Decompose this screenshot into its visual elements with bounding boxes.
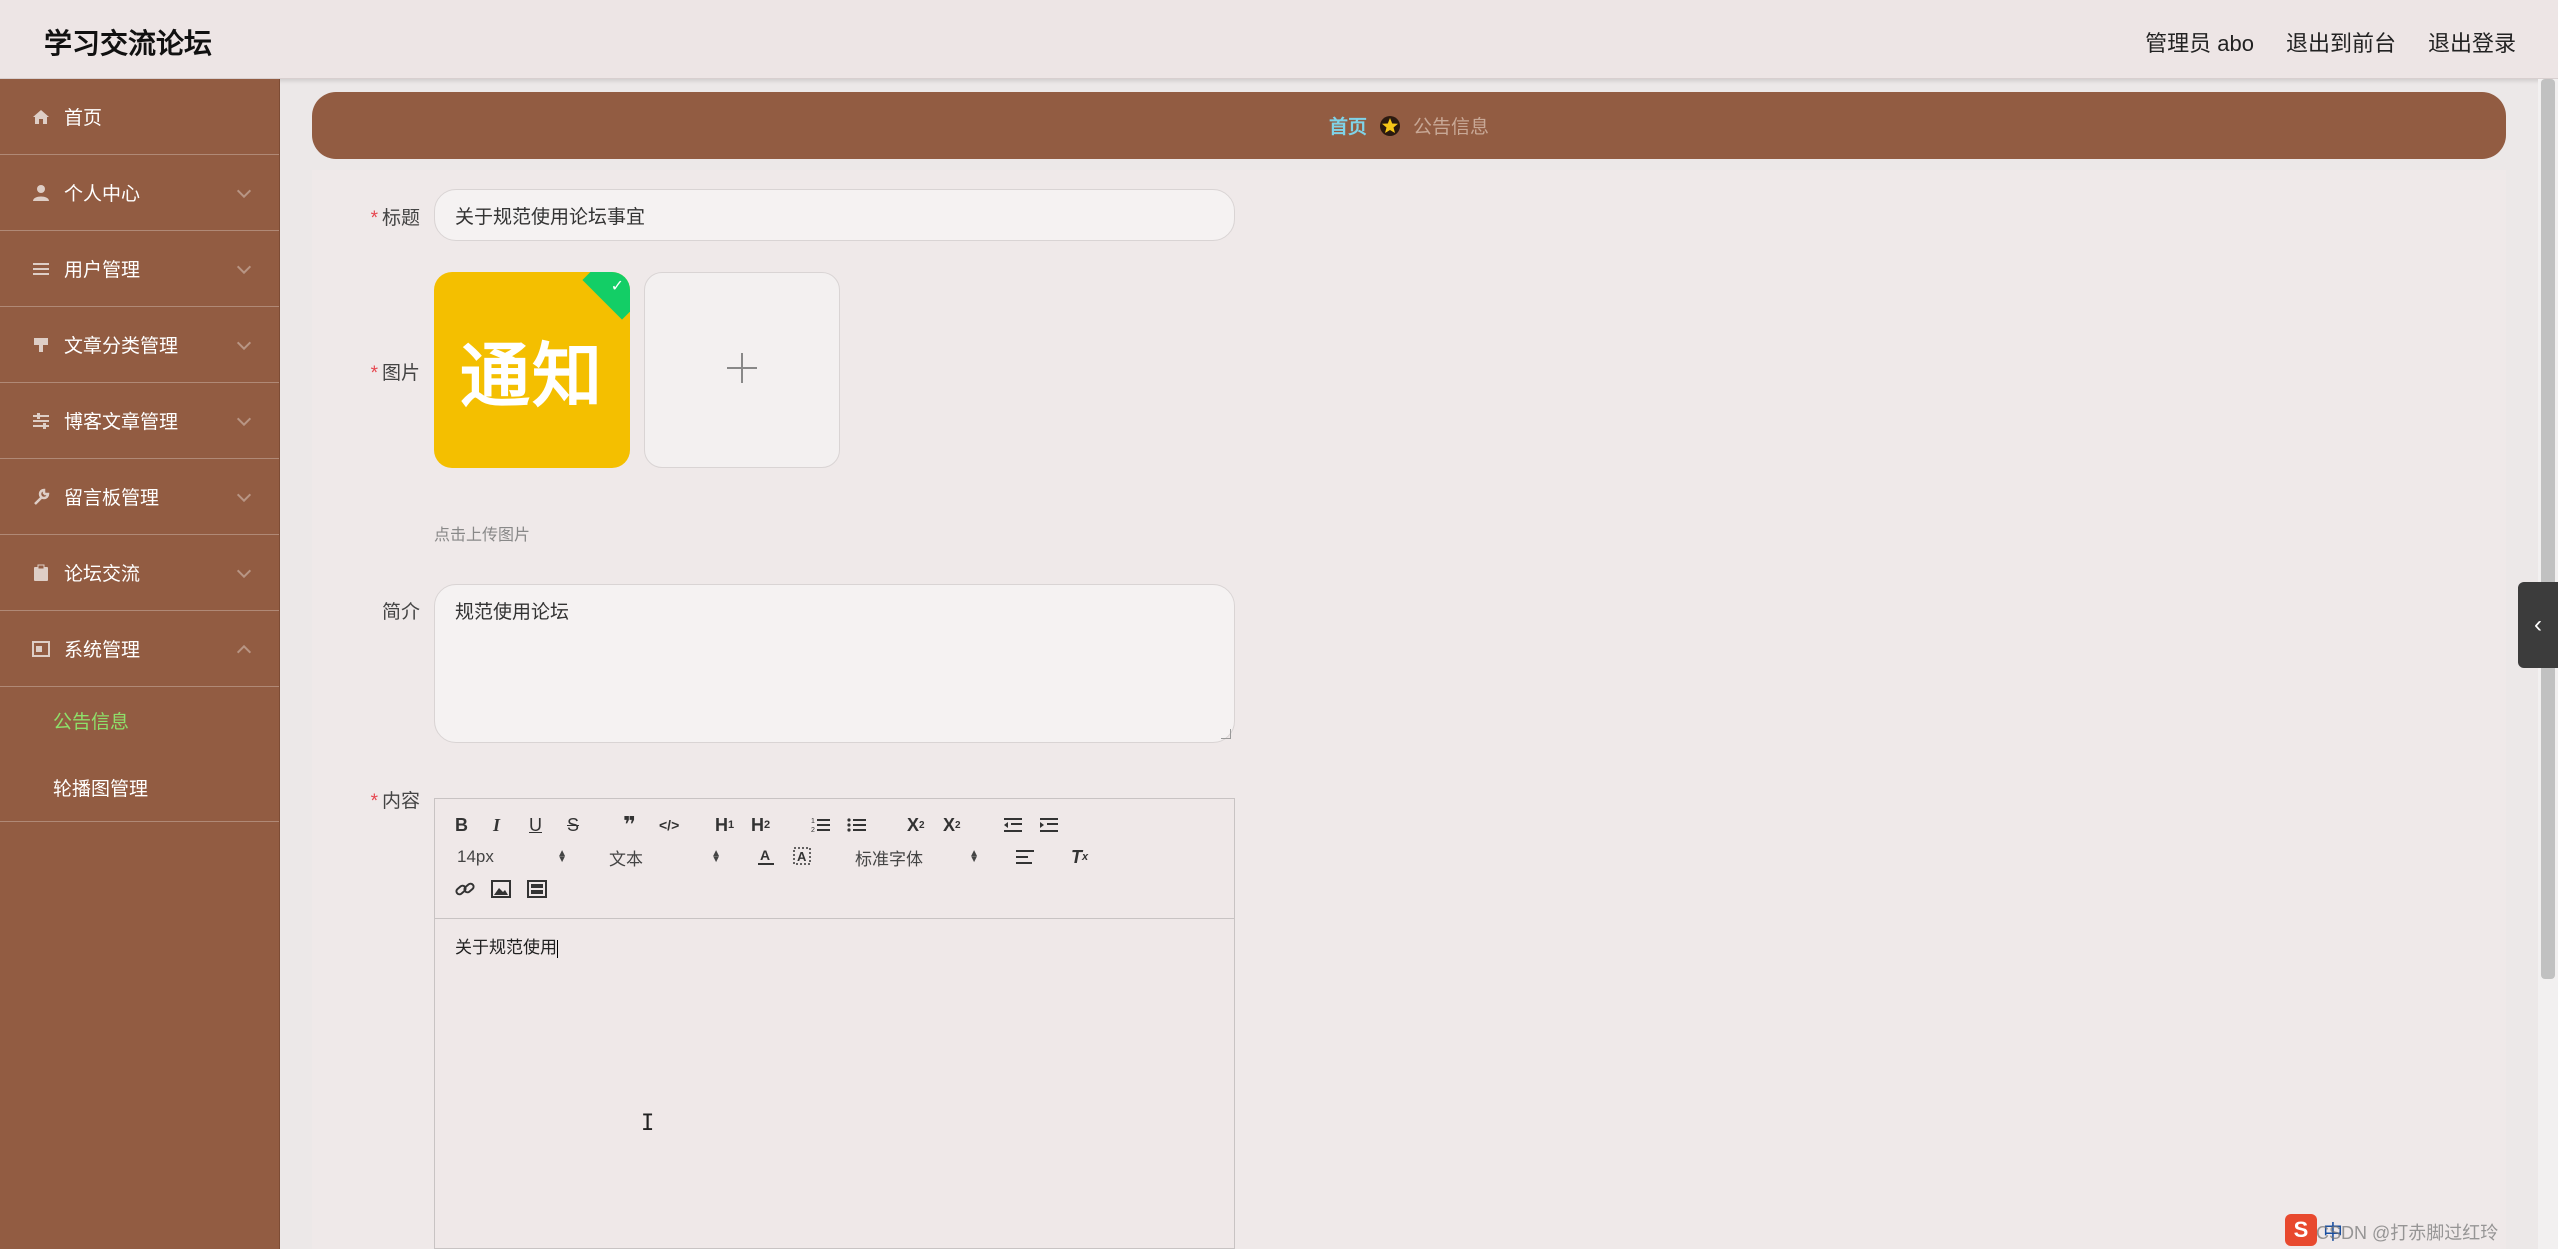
sidebar-item-label: 留言板管理	[64, 488, 160, 509]
home-icon	[32, 108, 50, 126]
list-icon	[32, 260, 50, 278]
wrench-icon	[32, 488, 50, 506]
chevron-down-icon	[236, 563, 252, 578]
breadcrumb-home-link[interactable]: 首页	[1329, 112, 1367, 139]
subscript-button[interactable]: X2	[907, 813, 925, 837]
clear-format-button[interactable]: Tx	[1071, 845, 1088, 869]
outdent-icon[interactable]	[1003, 813, 1023, 837]
editor-content-area[interactable]: 关于规范使用 I	[435, 919, 1234, 1249]
heading2-button[interactable]: H2	[751, 813, 770, 837]
svg-text:A: A	[797, 849, 807, 864]
video-icon[interactable]	[527, 877, 547, 901]
chevron-left-icon: ‹	[2534, 611, 2542, 638]
window-icon	[32, 640, 50, 658]
sidebar-item-label: 论坛交流	[64, 564, 141, 585]
resize-handle[interactable]	[1221, 729, 1231, 739]
background-color-icon[interactable]: A	[793, 845, 811, 869]
svg-text:A: A	[760, 847, 770, 863]
link-icon[interactable]	[455, 877, 475, 901]
admin-user-label[interactable]: 管理员 abo	[2145, 26, 2254, 58]
sidebar-item-system-management[interactable]: 系统管理	[0, 611, 279, 687]
sidebar-item-home[interactable]: 首页	[0, 79, 279, 155]
header-links: 管理员 abo 退出到前台 退出登录	[2145, 26, 2516, 58]
uploaded-image-thumbnail[interactable]: 通知 ✓	[434, 272, 630, 468]
sliders-icon	[32, 412, 50, 430]
underline-button[interactable]: U	[529, 813, 542, 837]
select-arrows-icon: ▲ ▼	[557, 848, 567, 865]
chevron-down-icon	[236, 183, 252, 198]
font-family-select[interactable]: 标准字体 ▲ ▼	[855, 845, 979, 869]
select-arrows-icon: ▲ ▼	[711, 848, 721, 865]
bullet-list-icon[interactable]	[847, 813, 867, 837]
chevron-up-icon	[236, 644, 252, 659]
check-icon: ✓	[610, 278, 624, 295]
intro-label: 简介	[381, 602, 420, 623]
chevron-down-icon	[236, 259, 252, 274]
sogou-ime-icon: S	[2285, 1214, 2317, 1246]
superscript-button[interactable]: X2	[943, 813, 961, 837]
system-submenu: 公告信息 轮播图管理	[0, 687, 279, 822]
exit-to-frontend-link[interactable]: 退出到前台	[2286, 26, 2396, 58]
sidebar-item-label: 个人中心	[64, 184, 141, 205]
sidebar: 首页 个人中心 用户管理 文章分类管理 博客文章管理 留言板管理 论坛交流 系统…	[0, 79, 280, 1249]
plus-icon	[725, 351, 759, 390]
select-arrows-icon: ▲ ▼	[969, 848, 979, 865]
breadcrumb: 首页 公告信息	[312, 92, 2506, 159]
sidebar-subitem-announcements[interactable]: 公告信息	[0, 687, 279, 754]
stamp-icon	[32, 336, 50, 354]
intro-textarea[interactable]: 规范使用论坛	[434, 584, 1235, 743]
blockquote-button[interactable]: ❞	[623, 812, 636, 837]
code-block-button[interactable]: </>	[659, 813, 679, 837]
sidebar-item-forum[interactable]: 论坛交流	[0, 535, 279, 611]
title-label: * 标题	[370, 208, 420, 229]
thumbnail-text: 通知	[460, 333, 604, 417]
star-icon	[1379, 115, 1401, 137]
rich-text-editor: B I U S ❞ </> H1 H2 12 X2 X2 14px ▲ ▼ 文本 …	[434, 798, 1235, 1249]
sidebar-item-label: 文章分类管理	[64, 336, 179, 357]
chevron-down-icon	[236, 411, 252, 426]
sidebar-item-label: 博客文章管理	[64, 412, 179, 433]
watermark: CSDN @打赤脚过红玲	[2316, 1223, 2499, 1243]
top-header: 学习交流论坛 管理员 abo 退出到前台 退出登录	[0, 0, 2558, 79]
block-format-select[interactable]: 文本 ▲ ▼	[609, 845, 721, 869]
chevron-down-icon	[236, 487, 252, 502]
sidebar-subitem-carousel[interactable]: 轮播图管理	[0, 754, 279, 821]
content-label: * 内容	[370, 791, 420, 812]
sidebar-item-label: 用户管理	[64, 260, 141, 281]
sidebar-item-personal-center[interactable]: 个人中心	[0, 155, 279, 231]
sidebar-item-label: 首页	[64, 108, 103, 129]
collapse-side-panel-button[interactable]: ‹	[2518, 582, 2558, 668]
bold-button[interactable]: B	[455, 813, 468, 837]
user-icon	[32, 184, 50, 202]
svg-text:2: 2	[811, 827, 815, 834]
text-cursor-icon: I	[641, 1111, 655, 1136]
italic-button[interactable]: I	[493, 813, 500, 837]
page-scrollbar-thumb[interactable]	[2541, 79, 2555, 979]
sidebar-item-blog-articles[interactable]: 博客文章管理	[0, 383, 279, 459]
indent-icon[interactable]	[1039, 813, 1059, 837]
editor-toolbar: B I U S ❞ </> H1 H2 12 X2 X2 14px ▲ ▼ 文本 …	[435, 799, 1234, 919]
text-caret	[557, 939, 558, 958]
breadcrumb-current: 公告信息	[1413, 117, 1490, 138]
image-label: * 图片	[370, 363, 420, 384]
ordered-list-icon[interactable]: 12	[811, 813, 831, 837]
sidebar-item-label: 系统管理	[64, 640, 141, 661]
strikethrough-button[interactable]: S	[567, 813, 579, 837]
sidebar-item-user-management[interactable]: 用户管理	[0, 231, 279, 307]
upload-tip: 点击上传图片	[434, 527, 531, 544]
clipboard-icon	[32, 564, 50, 582]
chevron-down-icon	[236, 335, 252, 350]
align-icon[interactable]	[1015, 845, 1035, 869]
image-icon[interactable]	[491, 877, 511, 901]
heading1-button[interactable]: H1	[715, 813, 734, 837]
sidebar-item-message-board[interactable]: 留言板管理	[0, 459, 279, 535]
app-title: 学习交流论坛	[44, 28, 213, 59]
font-color-icon[interactable]: A	[757, 845, 775, 869]
font-size-select[interactable]: 14px ▲ ▼	[457, 845, 567, 869]
upload-image-button[interactable]	[644, 272, 840, 468]
sidebar-item-article-category[interactable]: 文章分类管理	[0, 307, 279, 383]
svg-text:1: 1	[811, 818, 815, 825]
title-input[interactable]: 关于规范使用论坛事宜	[434, 189, 1235, 241]
logout-link[interactable]: 退出登录	[2428, 26, 2516, 58]
